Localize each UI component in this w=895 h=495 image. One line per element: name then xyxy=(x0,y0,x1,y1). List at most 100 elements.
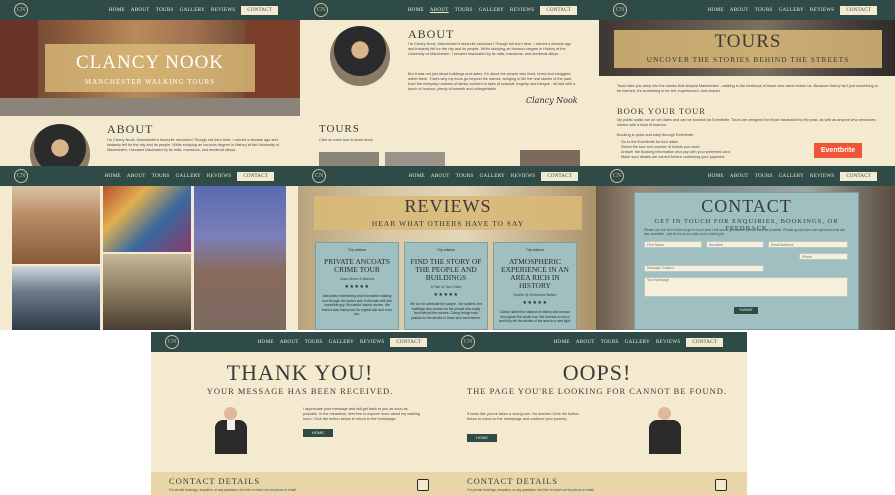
nav-home[interactable]: HOME xyxy=(708,173,724,179)
nav-gallery[interactable]: GALLERY xyxy=(480,173,505,179)
logo[interactable]: CN xyxy=(14,169,28,183)
review-source: Trip advisor xyxy=(436,248,456,252)
email-field[interactable] xyxy=(768,241,848,248)
nav-gallery[interactable]: GALLERY xyxy=(180,7,205,13)
phone-field[interactable] xyxy=(799,253,848,260)
navbar: CN HOME ABOUT TOURS GALLERY REVIEWS CONT… xyxy=(300,0,599,20)
review-author: A Tale of Two Cities xyxy=(430,285,462,289)
nav-about[interactable]: ABOUT xyxy=(730,173,749,179)
home-button[interactable]: HOME xyxy=(467,434,497,442)
nav-home[interactable]: HOME xyxy=(105,173,121,179)
social-icon[interactable] xyxy=(417,479,429,491)
surname-field[interactable] xyxy=(706,241,764,248)
submit-button[interactable]: SUBMIT xyxy=(734,307,758,314)
booking-step-4: Make sure details are correct before con… xyxy=(621,155,725,159)
nav-reviews[interactable]: REVIEWS xyxy=(207,173,231,179)
nav-contact-button[interactable]: CONTACT xyxy=(241,5,278,15)
nav-about[interactable]: ABOUT xyxy=(127,173,146,179)
nav-contact-button[interactable]: CONTACT xyxy=(390,337,427,347)
nav-tours[interactable]: TOURS xyxy=(152,173,170,179)
gallery-photo-group[interactable] xyxy=(12,266,100,330)
navbar: CN HOME ABOUT TOURS GALLERY REVIEWS CONT… xyxy=(298,166,600,186)
logo[interactable]: CN xyxy=(314,3,328,17)
review-body: Absolutely entertaining and informative … xyxy=(321,294,393,317)
nav-gallery[interactable]: GALLERY xyxy=(779,7,804,13)
nav-reviews[interactable]: REVIEWS xyxy=(810,173,834,179)
first-name-field[interactable] xyxy=(644,241,702,248)
review-source: Trip advisor xyxy=(347,248,367,252)
nav-gallery[interactable]: GALLERY xyxy=(176,173,201,179)
nav-contact-button[interactable]: CONTACT xyxy=(540,5,577,15)
gallery-photo-mural[interactable] xyxy=(103,186,191,252)
subject-select[interactable]: Message Subject xyxy=(644,265,764,272)
nav-tours[interactable]: TOURS xyxy=(156,7,174,13)
logo[interactable]: CN xyxy=(14,3,28,17)
panel-home: CN HOME ABOUT TOURS GALLERY REVIEWS CONT… xyxy=(0,0,300,170)
nav-menu: HOME ABOUT TOURS GALLERY REVIEWS CONTACT xyxy=(258,332,427,352)
tours-title: TOURS xyxy=(714,31,782,52)
nav-home[interactable]: HOME xyxy=(409,173,425,179)
review-source: Trip advisor xyxy=(525,248,545,252)
nav-tours[interactable]: TOURS xyxy=(755,7,773,13)
nav-home[interactable]: HOME xyxy=(408,7,424,13)
nav-menu: HOME ABOUT TOURS GALLERY REVIEWS CONTACT xyxy=(105,166,274,186)
nav-home[interactable]: HOME xyxy=(109,7,125,13)
nav-gallery[interactable]: GALLERY xyxy=(625,339,650,345)
oops-text: It looks like you've taken a wrong turn.… xyxy=(467,412,579,421)
review-body: We do not celebrate the people - the sol… xyxy=(410,302,482,320)
nav-reviews[interactable]: REVIEWS xyxy=(511,173,535,179)
nav-gallery[interactable]: GALLERY xyxy=(479,7,504,13)
contact-title: CONTACT xyxy=(701,196,792,216)
nav-about[interactable]: ABOUT xyxy=(430,7,449,13)
nav-tours[interactable]: TOURS xyxy=(601,339,619,345)
nav-home[interactable]: HOME xyxy=(554,339,570,345)
nav-tours[interactable]: TOURS xyxy=(455,7,473,13)
booking-steps-intro: Booking is quick and easy through Eventb… xyxy=(617,133,695,137)
contact-details-heading: CONTACT DETAILS xyxy=(467,476,559,486)
about-text: I'm Clancy Nook, Manchester's favourite … xyxy=(107,138,280,152)
nav-tours[interactable]: TOURS xyxy=(456,173,474,179)
signature: Clancy Nook xyxy=(526,96,578,105)
nav-about[interactable]: ABOUT xyxy=(730,7,749,13)
contact-details-text: For private bookings, enquiries, or any … xyxy=(169,488,297,492)
nav-reviews[interactable]: REVIEWS xyxy=(810,7,834,13)
nav-gallery[interactable]: GALLERY xyxy=(779,173,804,179)
logo[interactable]: CN xyxy=(461,335,475,349)
review-stars: ★★★★★ xyxy=(522,301,548,306)
nav-reviews[interactable]: REVIEWS xyxy=(510,7,534,13)
home-button[interactable]: HOME xyxy=(303,429,333,437)
nav-home[interactable]: HOME xyxy=(258,339,274,345)
nav-gallery[interactable]: GALLERY xyxy=(329,339,354,345)
nav-menu: HOME ABOUT TOURS GALLERY REVIEWS CONTACT xyxy=(408,0,577,20)
logo[interactable]: CN xyxy=(610,169,624,183)
nav-reviews[interactable]: REVIEWS xyxy=(360,339,384,345)
gallery-photo-interior[interactable] xyxy=(103,254,191,330)
nav-reviews[interactable]: REVIEWS xyxy=(211,7,235,13)
social-icon[interactable] xyxy=(715,479,727,491)
about-portrait xyxy=(30,124,90,170)
nav-about[interactable]: ABOUT xyxy=(131,7,150,13)
nav-contact-button[interactable]: CONTACT xyxy=(840,171,877,181)
nav-contact-button[interactable]: CONTACT xyxy=(237,171,274,181)
panel-thank-you: CN HOME ABOUT TOURS GALLERY REVIEWS CONT… xyxy=(151,332,449,495)
nav-tours[interactable]: TOURS xyxy=(755,173,773,179)
logo[interactable]: CN xyxy=(613,3,627,17)
nav-reviews[interactable]: REVIEWS xyxy=(656,339,680,345)
message-field[interactable] xyxy=(644,277,848,297)
panel-oops: CN HOME ABOUT TOURS GALLERY REVIEWS CONT… xyxy=(447,332,747,495)
nav-home[interactable]: HOME xyxy=(708,7,724,13)
nav-about[interactable]: ABOUT xyxy=(576,339,595,345)
nav-about[interactable]: ABOUT xyxy=(431,173,450,179)
eventbrite-button[interactable]: Eventbrite xyxy=(814,143,862,158)
logo[interactable]: CN xyxy=(312,169,326,183)
nav-tours[interactable]: TOURS xyxy=(305,339,323,345)
navbar: CN HOME ABOUT TOURS GALLERY REVIEWS CONT… xyxy=(151,332,449,352)
nav-about[interactable]: ABOUT xyxy=(280,339,299,345)
review-card: Trip advisor FIND THE STORY OF THE PEOPL… xyxy=(404,242,488,330)
logo[interactable]: CN xyxy=(165,335,179,349)
gallery-photo-tower[interactable] xyxy=(194,186,286,330)
nav-contact-button[interactable]: CONTACT xyxy=(686,337,723,347)
nav-contact-button[interactable]: CONTACT xyxy=(840,5,877,15)
nav-contact-button[interactable]: CONTACT xyxy=(541,171,578,181)
gallery-photo-building[interactable] xyxy=(12,186,100,264)
